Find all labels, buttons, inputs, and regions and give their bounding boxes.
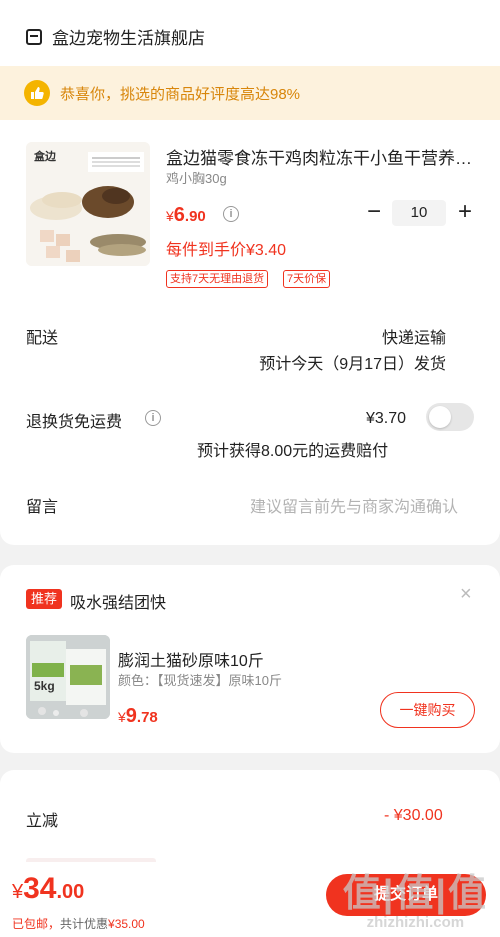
recommend-card: 推荐 吸水强结团快 × 5kg 膨润土猫砂原味10斤 颜色：【现货速发】原味10… xyxy=(0,565,500,753)
store-name[interactable]: 盒边宠物生活旗舰店 xyxy=(52,24,205,49)
return-insurance-toggle[interactable] xyxy=(426,403,474,431)
rec-price-currency: ¥ xyxy=(118,709,126,725)
rec-price-dec: .78 xyxy=(136,709,158,726)
congrats-text: 恭喜你，挑选的商品好评度高达98% xyxy=(60,85,301,103)
product-image-brand: 盒边 xyxy=(34,151,56,163)
delivery-method[interactable]: 快递运输 xyxy=(382,324,446,348)
toggle-knob xyxy=(429,406,451,428)
delivery-eta: 预计今天（9月17日）发货 xyxy=(259,356,446,373)
total-currency: ¥ xyxy=(12,881,24,903)
thumbs-up-icon xyxy=(24,80,50,106)
return-insurance-label: 退换货免运费 xyxy=(26,414,123,431)
quantity-plus-button[interactable]: + xyxy=(454,199,476,225)
discount-value: - ¥30.00 xyxy=(384,807,443,824)
checkout-bar: ¥34.00 已包邮，共计优惠¥35.00 提交订单 值|值|值 zhizhiz… xyxy=(0,862,500,937)
price-info-icon[interactable]: i xyxy=(223,206,239,222)
watermark-url: zhizhizhi.com xyxy=(366,914,465,931)
product-spec[interactable]: 鸡小胸30g xyxy=(166,168,227,187)
quantity-minus-button[interactable]: − xyxy=(364,200,384,224)
one-click-buy-button[interactable]: 一键购买 xyxy=(380,692,475,728)
recommend-product-spec: 颜色：【现货速发】原味10斤 xyxy=(118,673,282,688)
recommend-product-name[interactable]: 膨润土猫砂原味10斤 xyxy=(118,647,264,671)
product-image[interactable]: 盒边 xyxy=(26,142,150,266)
saving-value: ¥35.00 xyxy=(108,917,145,931)
product-price: ¥6.90 xyxy=(166,204,206,227)
discount-label: 立减 xyxy=(26,813,59,830)
saving-text: 共计优惠 xyxy=(60,917,109,931)
total-int: 34 xyxy=(23,872,57,905)
recommend-title: 吸水强结团快 xyxy=(70,595,167,612)
quantity-input[interactable]: 10 xyxy=(392,200,446,226)
price-int: 6 xyxy=(173,204,185,226)
watermark: 值|值|值 zhizhizhi.com xyxy=(343,874,488,931)
return-info-icon[interactable]: i xyxy=(145,410,161,426)
store-header[interactable]: 盒边宠物生活旗舰店 xyxy=(26,24,205,49)
delivery-label: 配送 xyxy=(26,330,59,347)
return-insurance-fee: ¥3.70 xyxy=(366,410,407,427)
free-shipping-text: 已包邮， xyxy=(12,917,61,931)
note-label: 留言 xyxy=(26,499,59,516)
store-icon xyxy=(26,28,42,45)
rec-price-int: 9 xyxy=(125,705,137,727)
watermark-logo: 值|值|值 xyxy=(342,873,488,915)
recommend-close-icon[interactable]: × xyxy=(460,583,472,606)
tag-7day-return: 支持7天无理由退货 xyxy=(166,270,269,288)
recommend-badge: 推荐 xyxy=(26,589,63,609)
order-card: 盒边宠物生活旗舰店 恭喜你，挑选的商品好评度高达98% 盒边 盒边猫零食冻干鸡肉 xyxy=(0,0,500,545)
total-note: 已包邮，共计优惠¥35.00 xyxy=(12,915,145,932)
price-currency: ¥ xyxy=(166,208,174,224)
tag-price-protect: 7天价保 xyxy=(283,270,331,288)
recommend-price: ¥9.78 xyxy=(118,705,158,728)
recommend-image-weight: 5kg xyxy=(34,679,55,693)
congrats-banner: 恭喜你，挑选的商品好评度高达98% xyxy=(0,66,500,120)
total-dec: .00 xyxy=(56,881,85,903)
total-price: ¥34.00 xyxy=(12,872,84,906)
product-title[interactable]: 盒边猫零食冻干鸡肉粒冻干小鱼干营养补充 xyxy=(166,144,478,169)
recommend-product-image[interactable]: 5kg xyxy=(26,635,110,719)
price-dec: .90 xyxy=(184,208,206,225)
compensation-text: 预计获得8.00元的运费赔付 xyxy=(197,443,389,460)
note-input[interactable]: 建议留言前先与商家沟通确认 xyxy=(250,493,458,517)
unit-price: 每件到手价¥3.40 xyxy=(166,242,287,259)
